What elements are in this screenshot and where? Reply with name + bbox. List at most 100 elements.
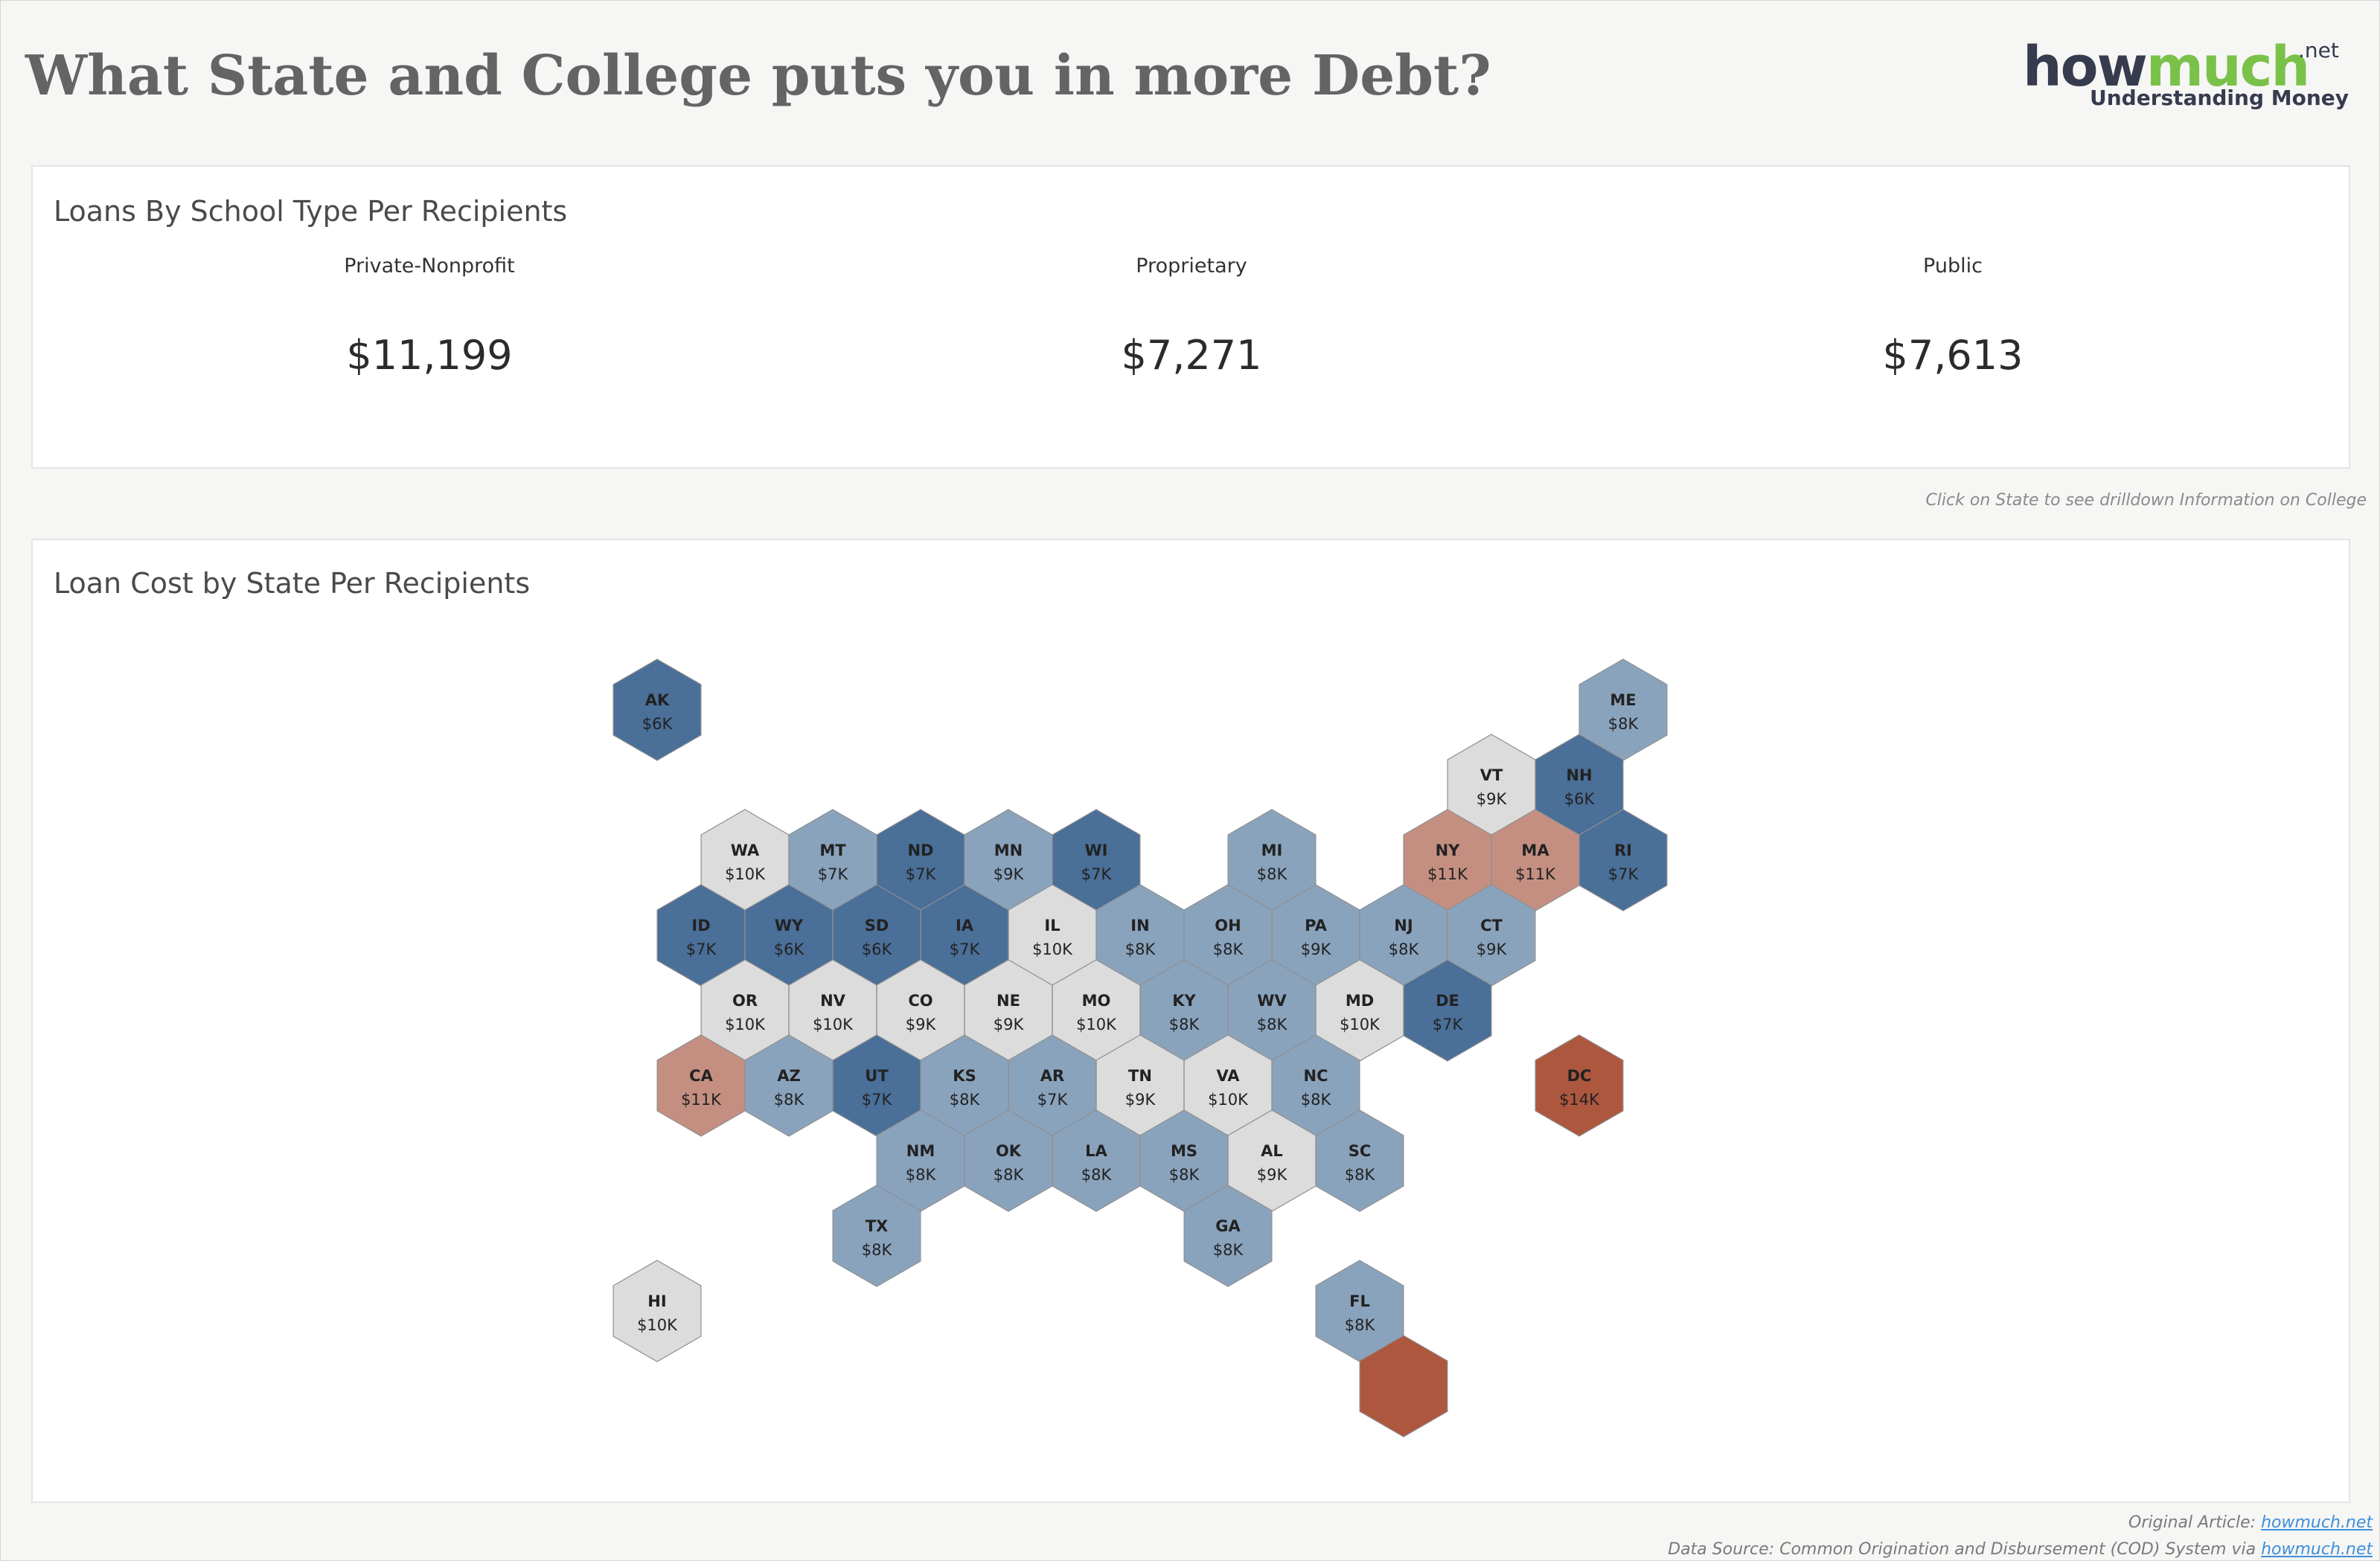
state-hex-map: AK $6K ME $8K VT $9K NH $6K WA $10K MT $7K ND $7K MN $9… [612, 658, 1668, 1437]
footer-article-prefix: Original Article: [2128, 1513, 2262, 1532]
state-abbr-label: MO [1082, 992, 1111, 1010]
state-abbr-label: TX [866, 1217, 889, 1235]
state-abbr-label: UT [865, 1067, 889, 1085]
state-abbr-label: AK [645, 691, 670, 709]
state-abbr-label: FL [1349, 1292, 1370, 1310]
state-abbr-label: PA [1305, 917, 1327, 935]
state-value-label: $8K [906, 1166, 937, 1184]
state-value-label: $7K [686, 940, 717, 958]
state-abbr-label: DE [1436, 992, 1459, 1010]
state-value-label: $9K [1257, 1166, 1288, 1184]
footer-source: Data Source: Common Origination and Disb… [1668, 1540, 2373, 1559]
state-abbr-label: WA [731, 842, 760, 859]
state-abbr-label: KS [953, 1067, 976, 1085]
state-abbr-label: MT [819, 842, 846, 859]
state-value-label: $8K [1213, 1241, 1244, 1259]
state-abbr-label: NV [820, 992, 846, 1010]
state-value-label: $8K [1213, 940, 1244, 958]
state-value-label: $10K [725, 865, 766, 883]
state-value-label: $7K [1081, 865, 1113, 883]
state-value-label: $9K [1125, 1091, 1157, 1109]
state-value-label: $8K [862, 1241, 893, 1259]
state-value-label: $7K [1433, 1016, 1464, 1033]
state-hex-dc[interactable]: DC $14K [1535, 1034, 1624, 1137]
state-abbr-label: MS [1171, 1142, 1197, 1160]
state-value-label: $7K [906, 865, 937, 883]
state-abbr-label: NJ [1394, 917, 1413, 935]
state-abbr-label: CO [908, 992, 933, 1010]
state-value-label: $11K [1427, 865, 1468, 883]
state-abbr-label: MI [1261, 842, 1283, 859]
state-abbr-label: SD [865, 917, 889, 935]
footer-source-link[interactable]: howmuch.net [2261, 1540, 2373, 1559]
state-value-label: $6K [774, 940, 805, 958]
state-abbr-label: NY [1436, 842, 1461, 859]
state-value-label: $10K [725, 1016, 766, 1033]
state-abbr-label: WI [1085, 842, 1108, 859]
state-value-label: $8K [1389, 940, 1420, 958]
state-value-label: $10K [813, 1016, 854, 1033]
state-abbr-label: IN [1130, 917, 1149, 935]
state-value-label: $9K [994, 865, 1025, 883]
state-abbr-label: OH [1215, 917, 1241, 935]
hex-tile[interactable] [612, 658, 702, 761]
state-value-label: $6K [642, 715, 674, 733]
state-abbr-label: AZ [777, 1067, 800, 1085]
state-abbr-label: SC [1349, 1142, 1372, 1160]
state-hex-ak[interactable]: AK $6K [612, 658, 702, 761]
state-value-label: $8K [1081, 1166, 1113, 1184]
state-abbr-label: HI [647, 1292, 666, 1310]
state-value-label: $8K [1169, 1016, 1200, 1033]
state-abbr-label: DC [1567, 1067, 1592, 1085]
state-value-label: $8K [1301, 1091, 1332, 1109]
state-abbr-label: ID [691, 917, 710, 935]
state-value-label: $7K [950, 940, 981, 958]
state-abbr-label: ND [907, 842, 933, 859]
state-value-label: $9K [994, 1016, 1025, 1033]
hex-tile[interactable] [1535, 1034, 1624, 1137]
state-abbr-label: GA [1215, 1217, 1241, 1235]
state-abbr-label: MN [994, 842, 1023, 859]
state-abbr-label: VT [1480, 766, 1503, 784]
state-abbr-label: VA [1216, 1067, 1240, 1085]
hex-tile[interactable] [612, 1260, 702, 1362]
state-abbr-label: OK [996, 1142, 1022, 1160]
state-value-label: $8K [950, 1091, 981, 1109]
state-value-label: $10K [1032, 940, 1073, 958]
state-value-label: $8K [1257, 865, 1288, 883]
state-abbr-label: TN [1128, 1067, 1152, 1085]
state-abbr-label: CA [689, 1067, 713, 1085]
state-value-label: $9K [906, 1016, 937, 1033]
state-abbr-label: ME [1610, 691, 1636, 709]
state-abbr-label: LA [1085, 1142, 1107, 1160]
state-abbr-label: WY [775, 917, 804, 935]
state-value-label: $7K [862, 1091, 893, 1109]
state-abbr-label: MA [1521, 842, 1549, 859]
state-abbr-label: NE [997, 992, 1020, 1010]
state-value-label: $8K [774, 1091, 805, 1109]
state-value-label: $8K [1169, 1166, 1200, 1184]
state-abbr-label: KY [1172, 992, 1196, 1010]
state-value-label: $8K [1125, 940, 1157, 958]
state-value-label: $7K [1037, 1091, 1069, 1109]
state-abbr-label: NH [1566, 766, 1592, 784]
state-value-label: $10K [1208, 1091, 1249, 1109]
footer-source-prefix: Data Source: Common Origination and Disb… [1668, 1540, 2262, 1559]
state-abbr-label: OR [732, 992, 758, 1010]
state-value-label: $9K [1301, 940, 1332, 958]
state-value-label: $7K [1608, 865, 1640, 883]
state-hex-hi[interactable]: HI $10K [612, 1260, 702, 1362]
state-value-label: $6K [862, 940, 893, 958]
state-abbr-label: MD [1346, 992, 1374, 1010]
state-value-label: $9K [1477, 940, 1508, 958]
state-value-label: $6K [1564, 790, 1596, 808]
state-value-label: $8K [1608, 715, 1640, 733]
state-abbr-label: RI [1614, 842, 1632, 859]
state-value-label: $14K [1559, 1091, 1600, 1109]
state-value-label: $8K [994, 1166, 1025, 1184]
state-abbr-label: IA [956, 917, 974, 935]
state-abbr-label: IL [1044, 917, 1060, 935]
footer-article-link[interactable]: howmuch.net [2261, 1513, 2373, 1532]
state-value-label: $11K [681, 1091, 722, 1109]
state-abbr-label: NC [1304, 1067, 1328, 1085]
